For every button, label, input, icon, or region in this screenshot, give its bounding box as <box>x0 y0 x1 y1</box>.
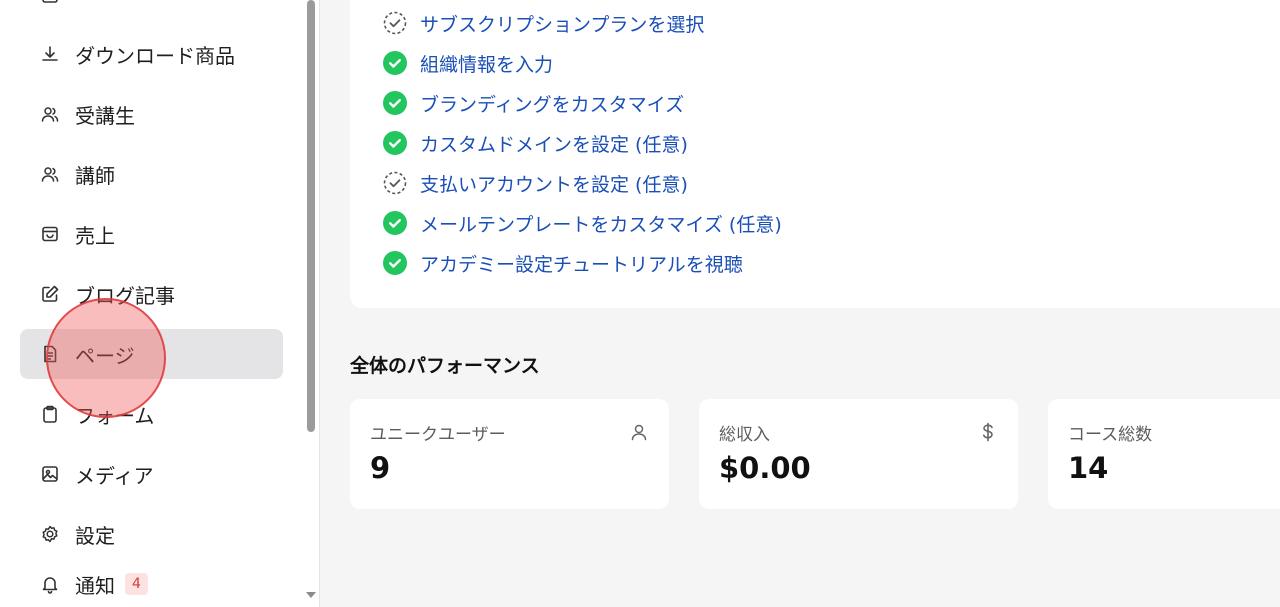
gear-icon <box>40 524 60 544</box>
users-icon <box>40 164 60 184</box>
sidebar-item-label: 通知 <box>75 573 115 598</box>
sidebar-item-settings[interactable]: 設定 <box>20 509 283 559</box>
file-text-icon <box>40 344 60 364</box>
task-label: アカデミー設定チュートリアルを視聴 <box>420 253 743 276</box>
check-circle-icon <box>382 250 408 276</box>
check-circle-icon <box>382 50 408 76</box>
performance-section-title: 全体のパフォーマンス <box>350 355 540 377</box>
task-label: サブスクリプションプランを選択 <box>420 13 705 36</box>
sidebar-item-media[interactable]: メディア <box>20 449 283 499</box>
sidebar-item-sales[interactable]: 売上 <box>20 209 283 259</box>
task-watch-tutorial[interactable]: アカデミー設定チュートリアルを視聴 <box>382 250 743 276</box>
task-email-templates[interactable]: メールテンプレートをカスタマイズ (任意) <box>382 210 782 236</box>
check-circle-icon <box>382 130 408 156</box>
sidebar-item-blog[interactable]: ブログ記事 <box>20 269 283 319</box>
task-label: メールテンプレートをカスタマイズ (任意) <box>420 213 782 236</box>
stat-label: 総収入 <box>719 425 770 445</box>
stat-card-unique-users: ユニークユーザー 9 <box>350 399 669 509</box>
task-custom-domain[interactable]: カスタムドメインを設定 (任意) <box>382 130 688 156</box>
check-circle-icon <box>382 210 408 236</box>
sidebar-item-downloads[interactable]: ダウンロード商品 <box>20 29 283 79</box>
task-select-plan[interactable]: サブスクリプションプランを選択 <box>382 10 704 36</box>
task-org-info[interactable]: 組織情報を入力 <box>382 50 553 76</box>
sidebar-item-pages[interactable]: ページ <box>20 329 283 379</box>
sidebar: ダウンロード商品 受講生 講師 売上 ブログ記事 ページ フォーム メディア 設… <box>0 0 320 607</box>
sidebar-item-label: メディア <box>75 463 154 488</box>
stat-card-total-revenue: 総収入 $0.00 <box>699 399 1018 509</box>
stat-value: 9 <box>370 451 391 485</box>
task-label: ブランディングをカスタマイズ <box>420 93 685 116</box>
sidebar-item-label: 講師 <box>75 163 115 188</box>
sidebar-item-students[interactable]: 受講生 <box>20 89 283 139</box>
edit-icon <box>40 284 60 304</box>
sidebar-item-partial[interactable] <box>20 0 283 20</box>
clipboard-icon <box>40 404 60 424</box>
sidebar-scrollbar[interactable] <box>304 0 318 607</box>
sidebar-item-label: ページ <box>75 343 135 368</box>
task-label: カスタムドメインを設定 (任意) <box>420 133 688 156</box>
sidebar-item-instructors[interactable]: 講師 <box>20 149 283 199</box>
task-label: 支払いアカウントを設定 (任意) <box>420 173 688 196</box>
sidebar-item-label: ダウンロード商品 <box>75 43 235 68</box>
task-payment-account[interactable]: 支払いアカウントを設定 (任意) <box>382 170 688 196</box>
sidebar-item-label: 設定 <box>75 523 115 548</box>
scroll-down-arrow-icon[interactable] <box>306 592 316 598</box>
pending-check-icon <box>382 170 408 196</box>
download-icon <box>40 44 60 64</box>
stat-value: $0.00 <box>719 451 811 485</box>
sidebar-item-forms[interactable]: フォーム <box>20 389 283 439</box>
scrollbar-thumb[interactable] <box>307 0 315 432</box>
sidebar-item-notifications[interactable]: 通知 4 <box>20 559 283 607</box>
stat-label: コース総数 <box>1068 425 1153 445</box>
stat-value: 14 <box>1068 451 1109 485</box>
sidebar-item-label: 売上 <box>75 223 115 248</box>
pending-check-icon <box>382 10 408 36</box>
sidebar-item-label: フォーム <box>75 403 155 428</box>
sidebar-item-label: ブログ記事 <box>75 283 175 308</box>
bell-icon <box>40 574 60 594</box>
shopping-bag-icon <box>40 224 60 244</box>
stat-card-total-courses: コース総数 14 <box>1048 399 1280 509</box>
notification-count-badge: 4 <box>125 573 148 595</box>
user-icon <box>628 421 650 443</box>
users-icon <box>40 104 60 124</box>
task-branding[interactable]: ブランディングをカスタマイズ <box>382 90 684 116</box>
sidebar-partial-icon <box>40 0 60 5</box>
sidebar-item-label: 受講生 <box>75 103 135 128</box>
stat-label: ユニークユーザー <box>370 425 506 445</box>
dollar-icon <box>977 421 999 443</box>
check-circle-icon <box>382 90 408 116</box>
image-icon <box>40 464 60 484</box>
task-label: 組織情報を入力 <box>420 53 554 76</box>
